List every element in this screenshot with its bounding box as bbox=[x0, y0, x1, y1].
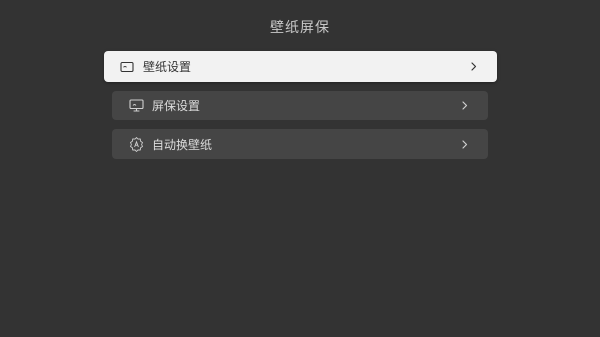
page-title: 壁纸屏保 bbox=[270, 20, 330, 36]
chevron-right-icon bbox=[469, 61, 479, 73]
auto-switch-icon bbox=[128, 136, 144, 152]
menu-item-screensaver-settings[interactable]: 屏保设置 bbox=[112, 91, 488, 120]
menu-item-label: 自动换壁纸 bbox=[152, 137, 213, 152]
menu-item-label: 屏保设置 bbox=[152, 99, 201, 113]
chevron-right-icon bbox=[460, 138, 470, 150]
chevron-right-icon bbox=[460, 100, 470, 112]
wallpaper-icon bbox=[119, 59, 135, 75]
screensaver-icon bbox=[128, 98, 144, 114]
menu-item-wallpaper-settings[interactable]: 壁纸设置 bbox=[104, 51, 497, 82]
menu-item-label: 壁纸设置 bbox=[143, 60, 192, 74]
menu-item-auto-switch-wallpaper[interactable]: 自动换壁纸 bbox=[112, 129, 488, 159]
